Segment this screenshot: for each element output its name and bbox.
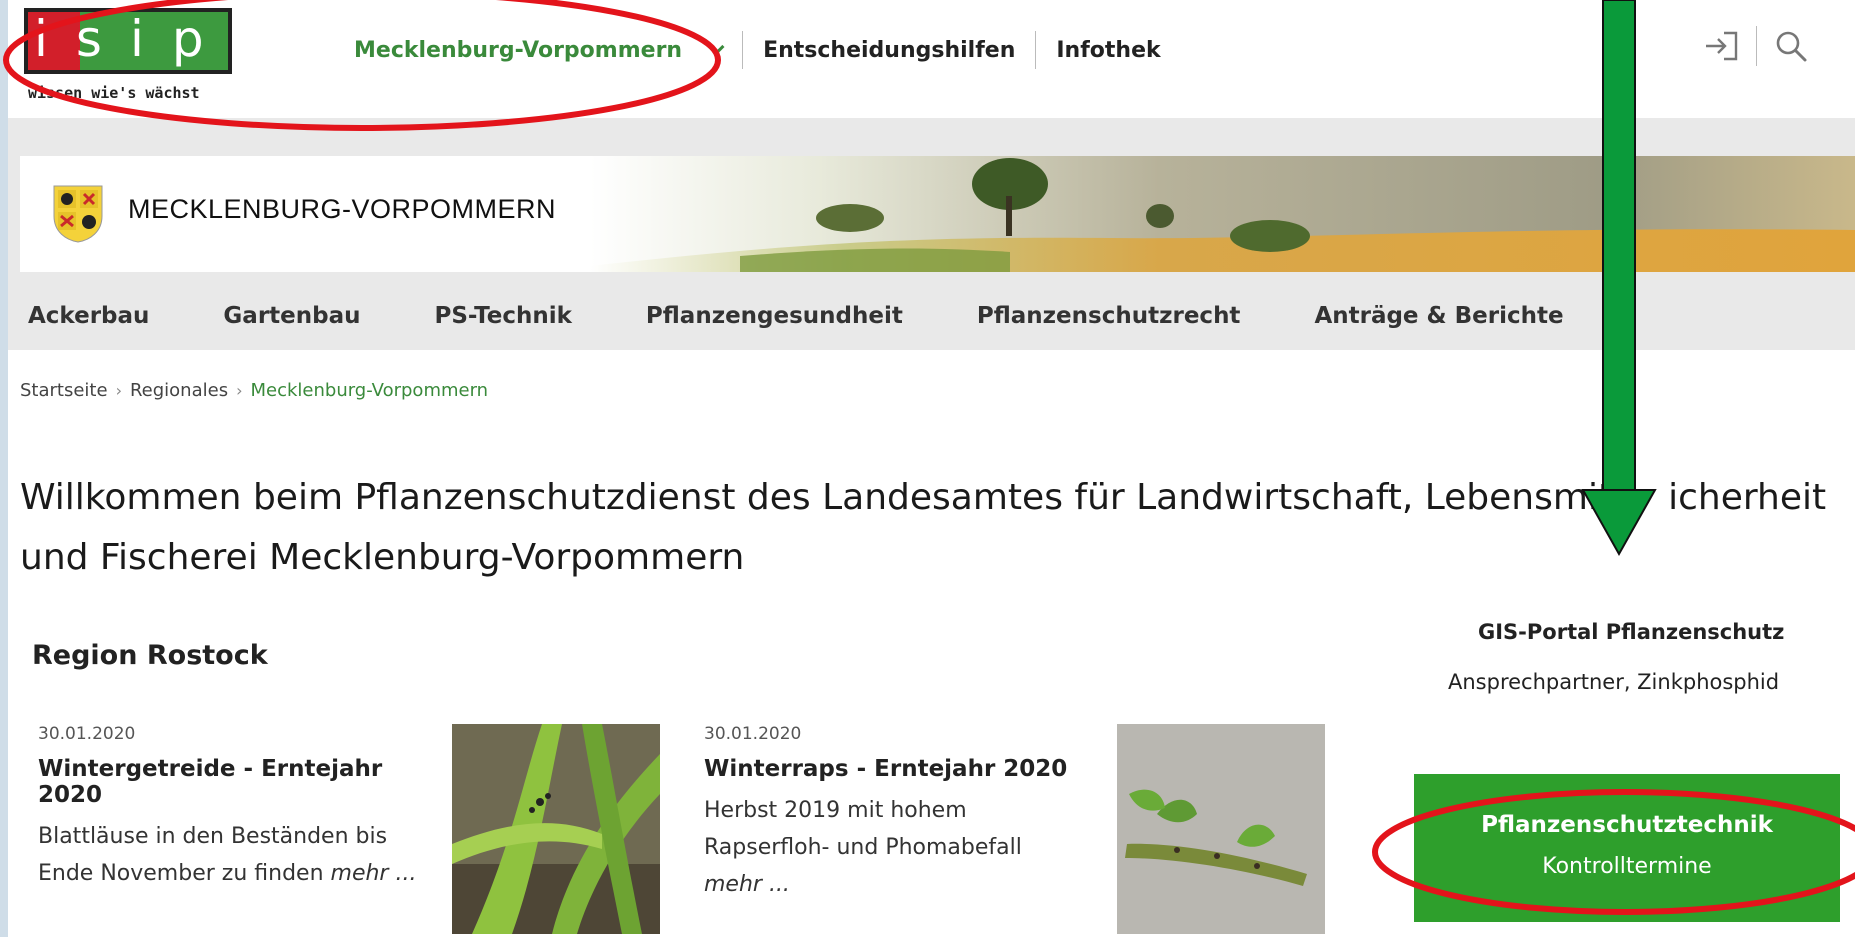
news-teaser-line: Rapserfloh- und Phomabefall [704, 835, 1022, 860]
banner-area: MECKLENBURG-VORPOMMERN Ackerbau Gartenba… [8, 118, 1855, 350]
region-dropdown-label: Mecklenburg-Vorpommern [354, 37, 683, 63]
logo-tagline: wissen wie's wächst [28, 84, 200, 102]
header-tools [1702, 26, 1811, 66]
login-icon[interactable] [1702, 26, 1742, 66]
news-thumbnail[interactable] [1117, 724, 1325, 934]
news-teaser: Herbst 2019 mit hohem Rapserfloh- und Ph… [704, 792, 1104, 903]
page-title-line2: und Fischerei Mecklenburg-Vorpommern [20, 537, 745, 578]
breadcrumb-startseite[interactable]: Startseite [20, 380, 108, 401]
breadcrumb-current: Mecklenburg-Vorpommern [250, 380, 489, 401]
page-title: Willkommen beim Pflanzenschutzdienst des… [20, 468, 1840, 588]
breadcrumb-separator: › [236, 381, 243, 400]
top-navigation: Mecklenburg-Vorpommern Entscheidungshilf… [346, 30, 1181, 70]
news-teaser-line: Blattläuse in den Beständen bis [38, 824, 388, 849]
breadcrumb-separator: › [115, 381, 122, 400]
nav-ackerbau[interactable]: Ackerbau [28, 303, 149, 329]
topnav-infothek[interactable]: Infothek [1036, 32, 1180, 68]
site-header: isip wissen wie's wächst Mecklenburg-Vor… [8, 0, 1855, 118]
left-edge-bar [0, 0, 8, 937]
page-title-line1-start: Willkommen beim Pflanzenschutzdienst des… [20, 477, 1613, 518]
banner-title: MECKLENBURG-VORPOMMERN [128, 194, 557, 224]
pflanzenschutztechnik-button[interactable]: Pflanzenschutztechnik Kontrolltermine [1414, 774, 1840, 922]
landscape-image [590, 156, 1855, 272]
page: isip wissen wie's wächst Mecklenburg-Vor… [0, 0, 1855, 937]
isip-logo[interactable]: isip wissen wie's wächst [20, 8, 232, 108]
news-date: 30.01.2020 [704, 724, 802, 744]
nav-ps-technik[interactable]: PS-Technik [435, 303, 572, 329]
chevron-down-icon [707, 38, 725, 56]
divider [1756, 26, 1757, 66]
breadcrumb: Startseite › Regionales › Mecklenburg-Vo… [20, 380, 488, 401]
news-teaser: Blattläuse in den Beständen bis Ende Nov… [38, 818, 438, 892]
region-dropdown[interactable]: Mecklenburg-Vorpommern [346, 32, 742, 68]
more-link[interactable]: mehr ... [331, 861, 417, 886]
news-item: 30.01.2020 Wintergetreide - Erntejahr 20… [38, 724, 438, 892]
page-title-line1: Willkommen beim Pflanzenschutzdienst des… [20, 468, 1840, 528]
news-date: 30.01.2020 [38, 724, 136, 744]
contact-link[interactable]: Ansprechpartner, Zinkphosphid [1448, 670, 1779, 694]
logo-box: isip [24, 8, 232, 74]
breadcrumb-regionales[interactable]: Regionales [130, 380, 228, 401]
more-link[interactable]: mehr ... [704, 866, 1104, 903]
gis-portal-link[interactable]: GIS-Portal Pflanzenschutz [1478, 620, 1784, 644]
news-title[interactable]: Winterraps - Erntejahr 2020 [704, 756, 1104, 782]
nav-pflanzenschutzrecht[interactable]: Pflanzenschutzrecht [977, 303, 1241, 329]
nav-gartenbau[interactable]: Gartenbau [223, 303, 360, 329]
news-thumbnail[interactable] [452, 724, 660, 934]
news-item: 30.01.2020 Winterraps - Erntejahr 2020 H… [704, 724, 1104, 903]
news-teaser-line: Ende November zu finden mehr ... [38, 855, 438, 892]
news-teaser-line: Herbst 2019 mit hohem [704, 798, 967, 823]
search-icon[interactable] [1771, 26, 1811, 66]
box-subtitle: Kontrolltermine [1542, 854, 1712, 879]
page-title-line1-end: icherheit [1668, 477, 1827, 518]
logo-text: isip [34, 10, 232, 68]
topnav-entscheidungshilfen[interactable]: Entscheidungshilfen [743, 32, 1035, 68]
coat-of-arms-icon [53, 185, 103, 243]
region-title: Region Rostock [32, 640, 268, 671]
nav-pflanzengesundheit[interactable]: Pflanzengesundheit [646, 303, 903, 329]
nav-antraege-berichte[interactable]: Anträge & Berichte [1314, 303, 1563, 329]
news-title[interactable]: Wintergetreide - Erntejahr 2020 [38, 756, 438, 808]
news-teaser-text: Ende November zu finden [38, 861, 324, 886]
box-title: Pflanzenschutztechnik [1481, 812, 1773, 838]
region-banner: MECKLENBURG-VORPOMMERN [20, 156, 1855, 272]
main-navigation: Ackerbau Gartenbau PS-Technik Pflanzenge… [28, 284, 1638, 348]
